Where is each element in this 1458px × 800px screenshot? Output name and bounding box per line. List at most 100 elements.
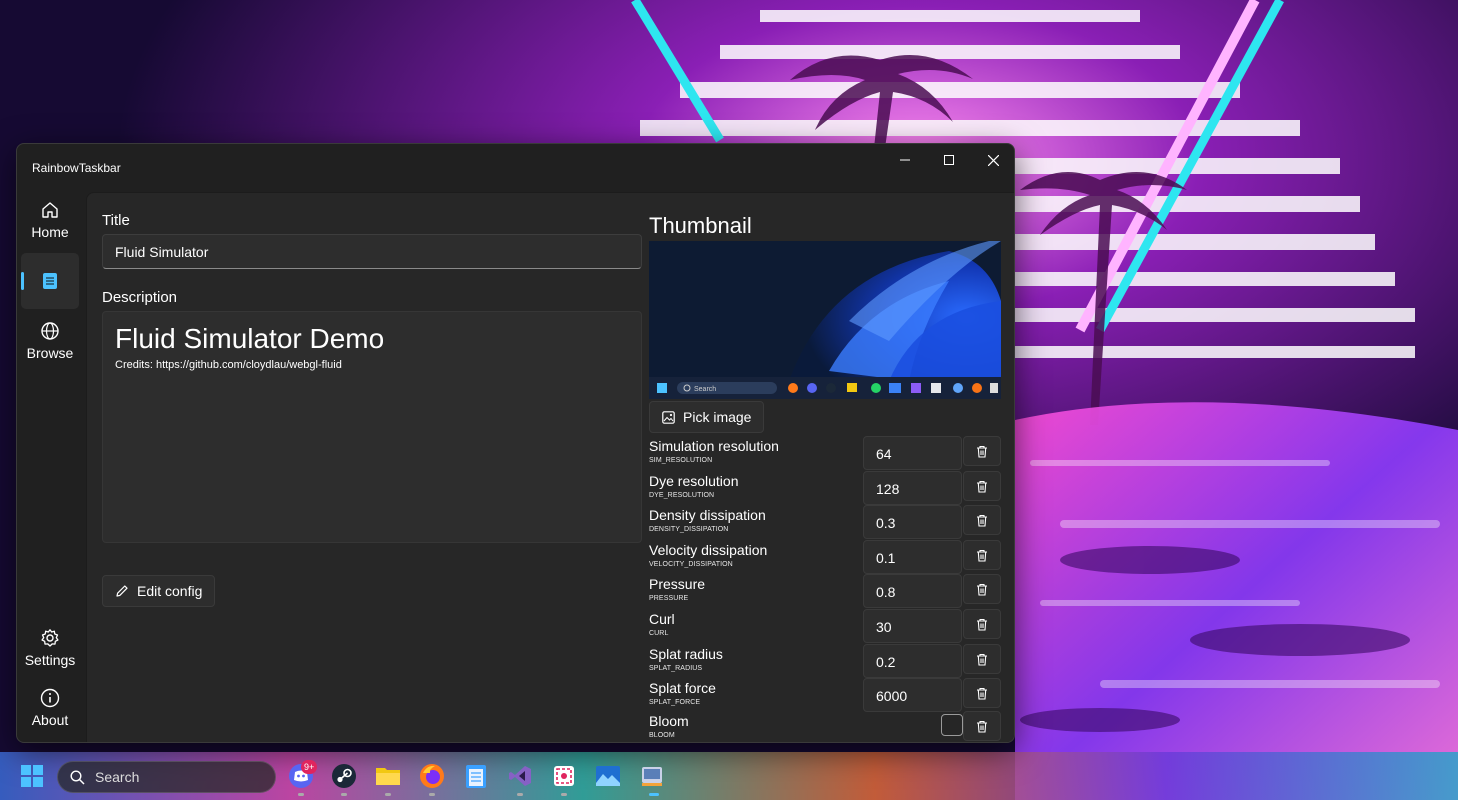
search-placeholder: Search — [95, 769, 140, 785]
delete-setting-button[interactable] — [963, 540, 1001, 570]
delete-setting-button[interactable] — [963, 609, 1001, 639]
setting-key: PRESSURE — [649, 595, 689, 602]
steam-icon — [332, 764, 356, 788]
nav-item-label: Browse — [26, 345, 74, 361]
setting-row: Simulation resolution SIM_RESOLUTION 64 — [649, 436, 1001, 472]
setting-value-input[interactable]: 30 — [863, 609, 962, 643]
info-icon — [40, 688, 60, 708]
delete-setting-button[interactable] — [963, 644, 1001, 674]
delete-setting-button[interactable] — [963, 436, 1001, 466]
setting-row: Velocity dissipation VELOCITY_DISSIPATIO… — [649, 540, 1001, 576]
minimize-button[interactable] — [883, 144, 927, 176]
start-button[interactable] — [16, 760, 48, 792]
thumbnail-heading: Thumbnail — [649, 213, 752, 238]
setting-name: Splat radius — [649, 646, 723, 662]
setting-value-input[interactable]: 64 — [863, 436, 962, 470]
nav-item-home[interactable]: Home — [21, 192, 79, 248]
setting-key: BLOOM — [649, 732, 675, 739]
taskbar: Search — [0, 752, 1458, 800]
edit-config-button[interactable]: Edit config — [102, 575, 216, 607]
running-indicator — [429, 793, 435, 796]
nav-item-browse[interactable]: Browse — [21, 313, 79, 369]
pencil-icon — [116, 585, 128, 597]
taskbar-app-rainbowtaskbar[interactable] — [636, 760, 668, 792]
setting-key: SPLAT_FORCE — [649, 699, 701, 706]
setting-row: Splat force SPLAT_FORCE 6000 — [649, 678, 1001, 714]
description-editor[interactable]: Fluid Simulator Demo Credits: https://gi… — [102, 311, 642, 543]
setting-row: Bloom BLOOM — [649, 711, 1001, 742]
setting-value-input[interactable]: 0.1 — [863, 540, 962, 574]
running-indicator — [385, 793, 391, 796]
active-indicator — [649, 793, 659, 796]
trash-icon — [977, 445, 987, 458]
title-input[interactable] — [102, 234, 642, 269]
setting-value-input[interactable]: 0.3 — [863, 505, 962, 539]
taskbar-app-steam[interactable] — [328, 760, 360, 792]
setting-value-input[interactable]: 0.8 — [863, 574, 962, 608]
setting-name: Bloom — [649, 713, 689, 729]
setting-row: Curl CURL 30 — [649, 609, 1001, 645]
taskbar-app-snipping-tool[interactable] — [548, 760, 580, 792]
delete-setting-button[interactable] — [963, 711, 1001, 741]
delete-setting-button[interactable] — [963, 574, 1001, 604]
setting-value-input[interactable]: 128 — [863, 471, 962, 505]
discord-notification-badge: 9+ — [301, 760, 318, 774]
setting-name: Simulation resolution — [649, 438, 779, 454]
taskbar-app-photos[interactable] — [592, 760, 624, 792]
setting-name: Dye resolution — [649, 473, 739, 489]
trash-icon — [977, 653, 987, 666]
description-credits: Credits: https://github.com/cloydlau/web… — [115, 359, 342, 371]
setting-value-input[interactable]: 6000 — [863, 678, 962, 712]
setting-name: Velocity dissipation — [649, 542, 768, 558]
setting-row: Density dissipation DENSITY_DISSIPATION … — [649, 505, 1001, 541]
photos-icon — [596, 766, 620, 786]
taskbar-app-file-explorer[interactable] — [372, 760, 404, 792]
setting-value-input[interactable]: 0.2 — [863, 644, 962, 678]
trash-icon — [977, 549, 987, 562]
gear-icon — [41, 629, 59, 647]
setting-key: CURL — [649, 630, 669, 637]
description-heading: Fluid Simulator Demo — [115, 323, 385, 354]
globe-icon — [41, 322, 59, 340]
nav-item-about[interactable]: About — [21, 680, 79, 736]
taskbar-app-firefox[interactable] — [416, 760, 448, 792]
delete-setting-button[interactable] — [963, 678, 1001, 708]
pick-image-button[interactable]: Pick image — [649, 401, 765, 433]
maximize-icon — [944, 155, 954, 165]
setting-name: Curl — [649, 611, 675, 627]
nav-item-settings[interactable]: Settings — [21, 620, 79, 676]
setting-name: Splat force — [649, 680, 716, 696]
bloom-checkbox[interactable] — [941, 714, 963, 736]
notepad-icon — [466, 765, 486, 788]
delete-setting-button[interactable] — [963, 471, 1001, 501]
close-button[interactable] — [971, 144, 1014, 176]
maximize-button[interactable] — [927, 144, 971, 176]
taskbar-app-visual-studio[interactable] — [504, 760, 536, 792]
setting-row: Dye resolution DYE_RESOLUTION 128 — [649, 471, 1001, 507]
description-label: Description — [102, 289, 178, 306]
running-indicator — [561, 793, 567, 796]
taskbar-search[interactable]: Search — [57, 761, 276, 793]
nav-item-editor[interactable] — [21, 253, 79, 309]
nav-item-label: Home — [31, 224, 69, 240]
visual-studio-icon — [509, 766, 531, 786]
windows-start-icon — [21, 765, 43, 787]
taskbar-app-notepad[interactable] — [460, 760, 492, 792]
close-icon — [987, 154, 999, 166]
running-indicator — [517, 793, 523, 796]
image-icon — [662, 410, 675, 424]
svg-text:Search: Search — [694, 386, 716, 393]
delete-setting-button[interactable] — [963, 505, 1001, 535]
trash-icon — [977, 583, 987, 596]
nav-item-label: Settings — [24, 652, 76, 668]
rainbowtaskbar-icon — [642, 767, 662, 786]
title-label: Title — [102, 212, 130, 229]
setting-key: SIM_RESOLUTION — [649, 457, 713, 464]
trash-icon — [977, 480, 987, 493]
setting-row: Pressure PRESSURE 0.8 — [649, 574, 1001, 610]
search-icon — [70, 769, 85, 785]
setting-name: Density dissipation — [649, 507, 766, 523]
home-icon — [42, 202, 58, 218]
setting-key: DYE_RESOLUTION — [649, 492, 715, 499]
title-bar[interactable]: RainbowTaskbar — [17, 144, 1014, 192]
